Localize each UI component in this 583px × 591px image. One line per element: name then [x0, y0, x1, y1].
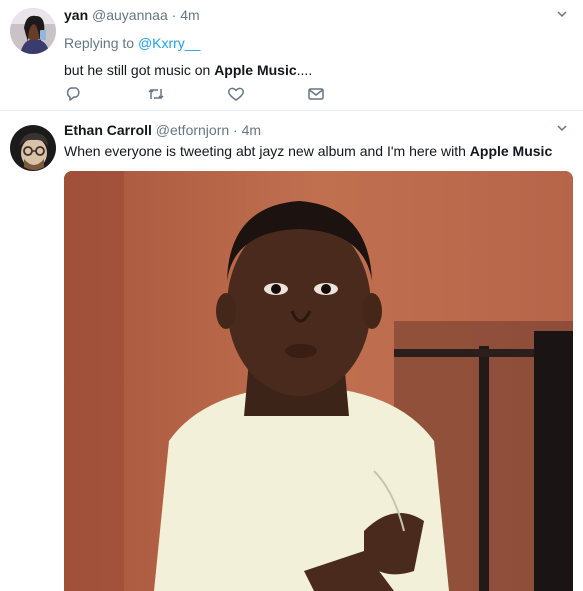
- tweet-header: Ethan Carroll @etfornjorn · 4m: [64, 121, 573, 139]
- display-name[interactable]: yan: [64, 7, 88, 23]
- replying-to-label: Replying to: [64, 35, 135, 51]
- replying-to: Replying to @Kxrry__: [64, 34, 573, 52]
- avatar[interactable]: [10, 8, 56, 54]
- tweet-1[interactable]: yan @auyannaa · 4m Replying to @Kxrry__ …: [0, 0, 583, 111]
- tweet-header: yan @auyannaa · 4m: [64, 6, 573, 24]
- timestamp[interactable]: 4m: [180, 7, 199, 23]
- user-handle[interactable]: @auyannaa: [92, 7, 168, 23]
- tweet-text-tail: ....: [296, 62, 313, 78]
- replying-to-link[interactable]: @Kxrry__: [138, 35, 200, 51]
- tweet-media-image[interactable]: [64, 171, 573, 591]
- tweet-actions: [64, 84, 344, 104]
- separator: ·: [171, 7, 177, 23]
- tweet-text: but he still got music on Apple Music...…: [64, 60, 573, 80]
- tweet-text-bold: Apple Music: [469, 143, 553, 159]
- tweet-text-bold: Apple Music: [214, 62, 297, 78]
- chevron-down-icon[interactable]: [557, 123, 567, 133]
- tweet-2[interactable]: Ethan Carroll @etfornjorn · 4m When ever…: [0, 111, 583, 591]
- separator: ·: [233, 122, 238, 138]
- avatar[interactable]: [10, 125, 56, 171]
- user-handle[interactable]: @etfornjorn: [156, 122, 229, 138]
- timestamp[interactable]: 4m: [242, 122, 261, 138]
- display-name[interactable]: Ethan Carroll: [64, 122, 152, 138]
- direct-message-icon[interactable]: [306, 84, 326, 104]
- tweet-text: When everyone is tweeting abt jayz new a…: [64, 141, 573, 161]
- retweet-icon[interactable]: [146, 84, 166, 104]
- tweet-text-part: When everyone is tweeting abt jayz new a…: [64, 143, 470, 159]
- tweet-text-part: but he still got music on: [64, 62, 215, 78]
- like-icon[interactable]: [226, 84, 246, 104]
- reply-icon[interactable]: [64, 84, 84, 104]
- chevron-down-icon[interactable]: [557, 9, 567, 19]
